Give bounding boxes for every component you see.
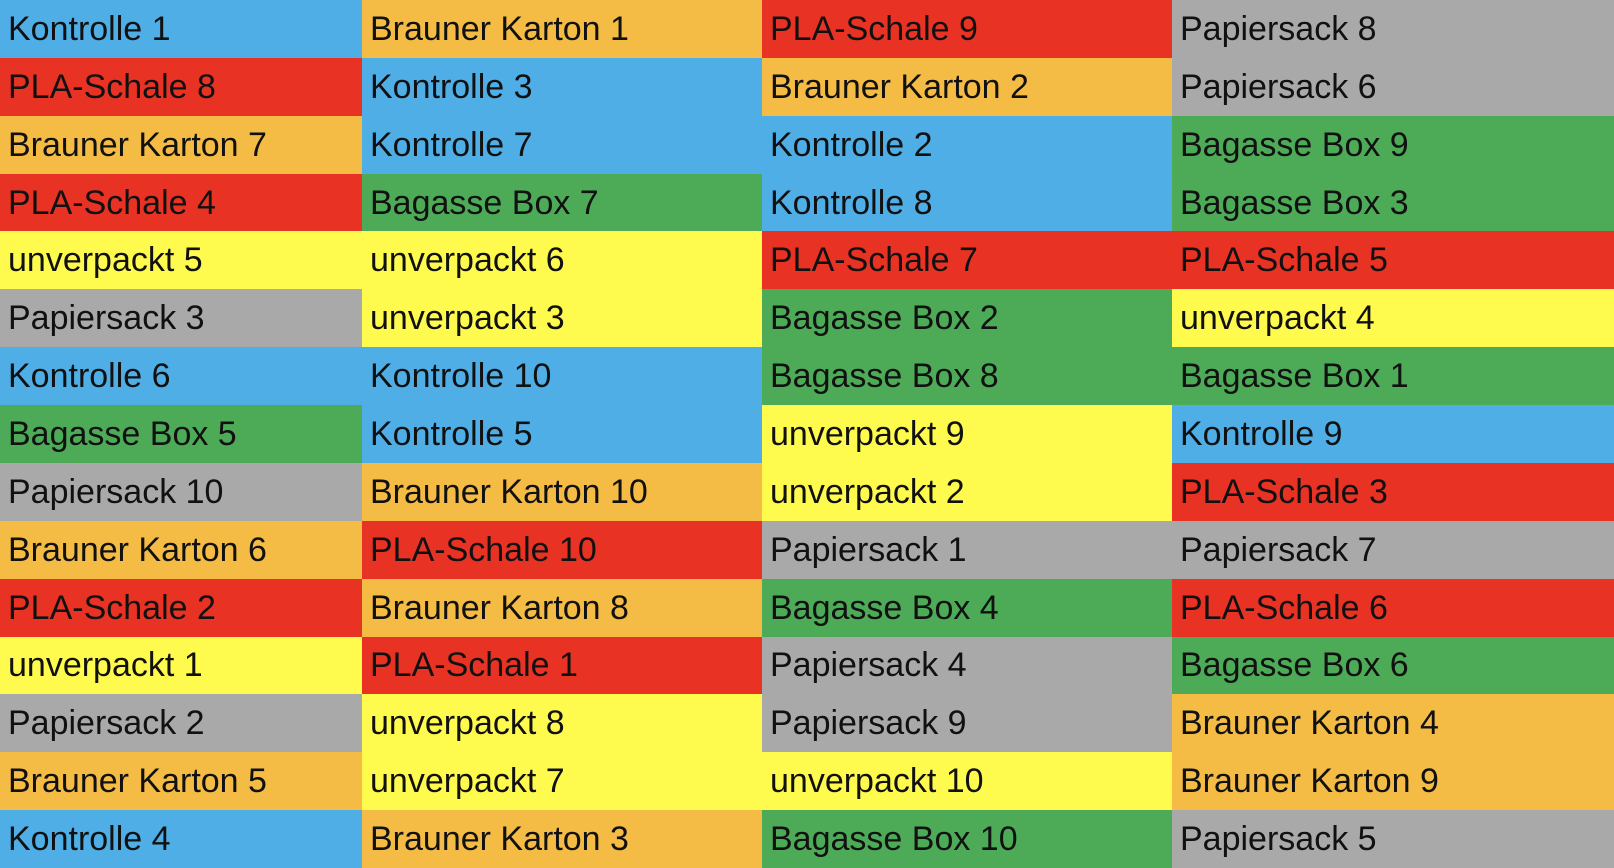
grid-cell[interactable]: PLA-Schale 7: [762, 231, 1172, 290]
grid-cell[interactable]: Papiersack 1: [762, 520, 1172, 579]
grid-cell[interactable]: Papiersack 4: [762, 636, 1172, 695]
grid-cell[interactable]: Brauner Karton 7: [0, 115, 362, 174]
grid-cell[interactable]: Bagasse Box 8: [762, 347, 1172, 406]
grid-cell[interactable]: Papiersack 10: [0, 462, 362, 521]
grid-cell[interactable]: Bagasse Box 9: [1172, 115, 1614, 174]
grid-cell[interactable]: PLA-Schale 8: [0, 57, 362, 116]
grid-cell[interactable]: Brauner Karton 8: [362, 578, 762, 637]
grid-cell[interactable]: Kontrolle 4: [0, 810, 362, 868]
grid-cell[interactable]: Papiersack 6: [1172, 57, 1614, 116]
grid-cell[interactable]: Bagasse Box 1: [1172, 347, 1614, 406]
grid-cell[interactable]: Brauner Karton 4: [1172, 694, 1614, 753]
grid-cell[interactable]: unverpackt 3: [362, 289, 762, 348]
grid-cell[interactable]: PLA-Schale 9: [762, 0, 1172, 58]
grid-cell[interactable]: PLA-Schale 5: [1172, 231, 1614, 290]
grid-cell[interactable]: Bagasse Box 5: [0, 405, 362, 463]
grid-cell[interactable]: Brauner Karton 1: [362, 0, 762, 58]
grid-cell[interactable]: unverpackt 9: [762, 405, 1172, 463]
grid-cell[interactable]: Kontrolle 8: [762, 173, 1172, 232]
grid-cell[interactable]: Papiersack 3: [0, 289, 362, 348]
grid-cell[interactable]: unverpackt 5: [0, 231, 362, 290]
grid-cell[interactable]: Kontrolle 7: [362, 115, 762, 174]
grid-cell[interactable]: Bagasse Box 2: [762, 289, 1172, 348]
grid-cell[interactable]: Papiersack 5: [1172, 810, 1614, 868]
grid-cell[interactable]: Papiersack 2: [0, 694, 362, 753]
grid-cell[interactable]: PLA-Schale 10: [362, 520, 762, 579]
grid-cell[interactable]: unverpackt 10: [762, 752, 1172, 811]
grid-cell[interactable]: Brauner Karton 9: [1172, 752, 1614, 811]
grid-cell[interactable]: unverpackt 2: [762, 462, 1172, 521]
grid-cell[interactable]: PLA-Schale 1: [362, 636, 762, 695]
grid-cell[interactable]: PLA-Schale 2: [0, 578, 362, 637]
grid-cell[interactable]: Brauner Karton 5: [0, 752, 362, 811]
grid-cell[interactable]: unverpackt 7: [362, 752, 762, 811]
grid-cell[interactable]: Papiersack 7: [1172, 520, 1614, 579]
grid-cell[interactable]: Kontrolle 3: [362, 57, 762, 116]
grid-cell[interactable]: Bagasse Box 3: [1172, 173, 1614, 232]
grid-cell[interactable]: Bagasse Box 6: [1172, 636, 1614, 695]
grid-cell[interactable]: PLA-Schale 3: [1172, 462, 1614, 521]
grid-cell[interactable]: unverpackt 4: [1172, 289, 1614, 348]
grid-cell[interactable]: Brauner Karton 2: [762, 57, 1172, 116]
grid-cell[interactable]: Kontrolle 6: [0, 347, 362, 406]
sample-grid: Kontrolle 1 Brauner Karton 1 PLA-Schale …: [0, 0, 1614, 868]
grid-cell[interactable]: unverpackt 8: [362, 694, 762, 753]
grid-cell[interactable]: PLA-Schale 4: [0, 173, 362, 232]
grid-cell[interactable]: Kontrolle 2: [762, 115, 1172, 174]
grid-cell[interactable]: Bagasse Box 4: [762, 578, 1172, 637]
grid-cell[interactable]: Brauner Karton 6: [0, 520, 362, 579]
grid-cell[interactable]: Papiersack 9: [762, 694, 1172, 753]
grid-cell[interactable]: Kontrolle 10: [362, 347, 762, 406]
grid-cell[interactable]: Brauner Karton 3: [362, 810, 762, 868]
grid-cell[interactable]: Kontrolle 1: [0, 0, 362, 58]
grid-cell[interactable]: unverpackt 1: [0, 636, 362, 695]
grid-cell[interactable]: Bagasse Box 10: [762, 810, 1172, 868]
grid-cell[interactable]: unverpackt 6: [362, 231, 762, 290]
grid-cell[interactable]: Kontrolle 5: [362, 405, 762, 463]
grid-cell[interactable]: Brauner Karton 10: [362, 462, 762, 521]
grid-cell[interactable]: Bagasse Box 7: [362, 173, 762, 232]
grid-cell[interactable]: PLA-Schale 6: [1172, 578, 1614, 637]
grid-cell[interactable]: Papiersack 8: [1172, 0, 1614, 58]
grid-cell[interactable]: Kontrolle 9: [1172, 405, 1614, 463]
